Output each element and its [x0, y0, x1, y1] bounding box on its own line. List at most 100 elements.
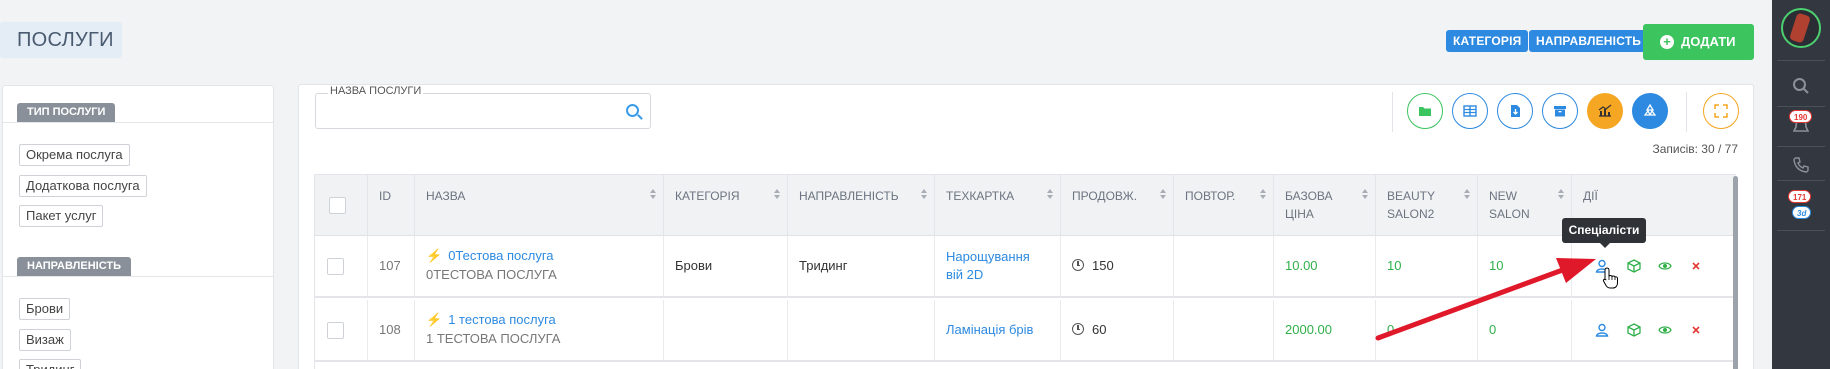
lightning-icon: ⚡ — [426, 312, 443, 327]
header-salon-beauty[interactable]: BEAUTY SALON2 — [1376, 175, 1478, 237]
cube-icon[interactable] — [1627, 259, 1641, 273]
table-row[interactable] — [315, 364, 1736, 369]
columns-icon — [1463, 105, 1477, 117]
row-salon-beauty: 0 — [1387, 322, 1395, 337]
filter-tag-single[interactable]: Окрема послуга — [19, 144, 130, 166]
service-name-link[interactable]: ⚡ 0Тестова послуга — [426, 248, 554, 264]
service-type-heading: ТИП ПОСЛУГИ — [17, 103, 116, 122]
category-button[interactable]: КАТЕГОРІЯ — [1446, 30, 1529, 52]
fullscreen-button[interactable] — [1703, 93, 1739, 129]
chart-icon — [1598, 104, 1612, 117]
techcard-link[interactable]: Ламінація брів — [946, 322, 1033, 337]
cube-icon[interactable] — [1627, 323, 1641, 337]
fullscreen-icon — [1714, 104, 1728, 118]
header-salon-new[interactable]: NEW SALON — [1478, 175, 1572, 237]
notification-badge: 190 — [1789, 110, 1813, 123]
header-category[interactable]: КАТЕГОРІЯ — [664, 175, 788, 237]
eye-icon[interactable] — [1658, 323, 1672, 337]
row-duration: 150 — [1072, 258, 1114, 273]
chart-button[interactable] — [1587, 93, 1623, 129]
row-id: 108 — [379, 322, 401, 337]
sort-icon — [1160, 189, 1167, 201]
direction-heading: НАПРАВЛЕНІСТЬ — [17, 257, 131, 276]
sort-icon — [1260, 189, 1267, 201]
lightning-icon: ⚡ — [426, 248, 443, 263]
header-duration[interactable]: ПРОДОВЖ. — [1061, 175, 1174, 237]
filter-tag-visage[interactable]: Визаж — [19, 329, 71, 351]
row-category: Брови — [675, 258, 713, 273]
days-badge: 3d — [1792, 206, 1812, 219]
row-checkbox[interactable] — [327, 322, 344, 339]
archive-button[interactable] — [1542, 93, 1578, 129]
header-id[interactable]: ID — [368, 175, 415, 237]
direction-button[interactable]: НАПРАВЛЕНІСТЬ — [1529, 30, 1649, 52]
phone-icon[interactable] — [1793, 157, 1809, 177]
right-panel: 190 171 3d — [1772, 0, 1830, 369]
filter-panel: ТИП ПОСЛУГИ Окрема послуга Додаткова пос… — [2, 85, 274, 369]
row-duration: 60 — [1072, 322, 1106, 337]
clock-icon — [1072, 259, 1084, 271]
calls-badge: 171 — [1788, 190, 1812, 203]
techcard-link[interactable]: Нарощування вій 2D — [946, 248, 1046, 284]
eye-icon[interactable] — [1658, 259, 1672, 273]
service-subname: 0ТЕСТОВА ПОСЛУГА — [426, 267, 557, 282]
avatar[interactable] — [1781, 8, 1821, 48]
sort-icon — [1362, 189, 1369, 201]
recycle-button[interactable] — [1632, 93, 1668, 129]
delete-icon[interactable] — [1689, 323, 1703, 337]
table-row[interactable]: 108 ⚡ 1 тестова послуга 1 ТЕСТОВА ПОСЛУГА… — [315, 300, 1736, 362]
header-direction[interactable]: НАПРАВЛЕНІСТЬ — [788, 175, 935, 237]
table-header: ID НАЗВА КАТЕГОРІЯ НАПРАВЛЕНІСТЬ ТЕХКАРТ… — [315, 174, 1736, 237]
search-icon[interactable] — [626, 104, 639, 117]
service-name-link[interactable]: ⚡ 1 тестова послуга — [426, 312, 556, 328]
row-salon-beauty: 10 — [1387, 258, 1402, 273]
header-name[interactable]: НАЗВА — [415, 175, 664, 237]
sort-icon — [1464, 189, 1471, 201]
columns-button[interactable] — [1452, 93, 1488, 129]
row-id: 107 — [379, 258, 401, 273]
filter-tag-package[interactable]: Пакет услуг — [19, 205, 104, 227]
archive-icon — [1554, 106, 1566, 117]
row-salon-new: 10 — [1489, 258, 1504, 273]
specialists-icon[interactable] — [1595, 259, 1609, 273]
row-direction: Тридинг — [799, 258, 848, 273]
header-repeat[interactable]: ПОВТОР. — [1174, 175, 1274, 237]
search-icon[interactable] — [1792, 77, 1810, 99]
search-input[interactable] — [315, 93, 651, 129]
specialists-tooltip: Спеціалісти — [1562, 218, 1646, 248]
records-count: Записів: 30 / 77 — [1652, 142, 1738, 156]
recycle-icon — [1643, 103, 1657, 116]
header-base-price[interactable]: БАЗОВА ЦІНА — [1274, 175, 1376, 237]
add-button-label: ДОДАТИ — [1681, 34, 1736, 49]
row-checkbox[interactable] — [327, 258, 344, 275]
row-base-price: 2000.00 — [1285, 322, 1332, 337]
service-subname: 1 ТЕСТОВА ПОСЛУГА — [426, 331, 561, 346]
sort-icon — [774, 189, 781, 201]
add-button[interactable]: + ДОДАТИ — [1643, 24, 1754, 60]
clock-icon — [1072, 323, 1084, 335]
delete-icon[interactable] — [1689, 259, 1703, 273]
page-title: ПОСЛУГИ — [0, 22, 122, 58]
sort-icon — [1558, 189, 1565, 201]
services-table: ID НАЗВА КАТЕГОРІЯ НАПРАВЛЕНІСТЬ ТЕХКАРТ… — [314, 174, 1736, 369]
table-scrollbar[interactable] — [1733, 176, 1738, 369]
folder-icon — [1419, 107, 1431, 116]
file-download-icon — [1511, 105, 1520, 117]
sort-icon — [650, 189, 657, 201]
folder-button[interactable] — [1407, 93, 1443, 129]
export-file-button[interactable] — [1497, 93, 1533, 129]
filter-tag-additional[interactable]: Додаткова послуга — [19, 175, 147, 197]
plus-icon: + — [1660, 35, 1674, 49]
specialists-icon[interactable] — [1595, 323, 1609, 337]
filter-tag-brows[interactable]: Брови — [19, 298, 71, 320]
header-techcard[interactable]: ТЕХКАРТКА — [935, 175, 1061, 237]
header-select — [315, 175, 368, 237]
row-base-price: 10.00 — [1285, 258, 1318, 273]
search-label: НАЗВА ПОСЛУГИ — [328, 85, 424, 97]
sort-icon — [921, 189, 928, 201]
table-row[interactable]: 107 ⚡ 0Тестова послуга 0ТЕСТОВА ПОСЛУГА Б… — [315, 236, 1736, 298]
row-salon-new: 0 — [1489, 322, 1497, 337]
filter-tag-threading[interactable]: Тридинг — [19, 359, 82, 369]
select-all-checkbox[interactable] — [329, 197, 346, 214]
sort-icon — [1047, 189, 1054, 201]
